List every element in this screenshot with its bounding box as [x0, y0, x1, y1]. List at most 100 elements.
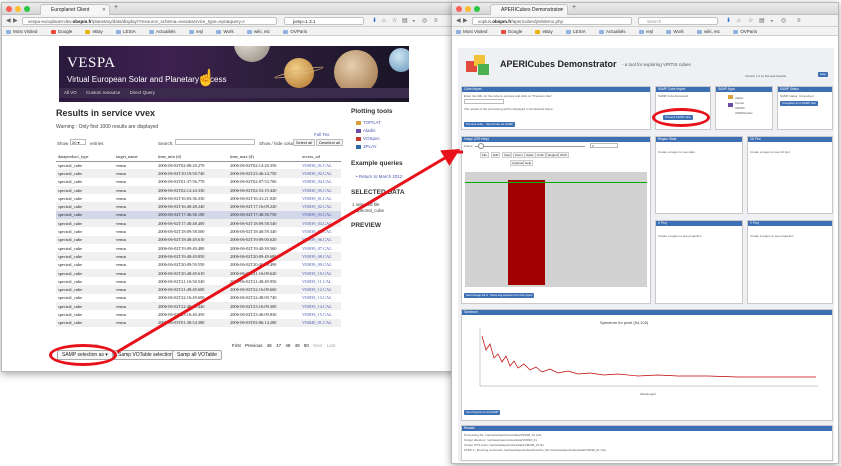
access-url-link[interactable]: VI0039_11.CAL — [300, 277, 341, 285]
table-row[interactable]: spectral_cube venus 2006-06-02T01:37:56.77… — [56, 178, 341, 186]
column-header[interactable]: dataproduct_type — [56, 152, 114, 162]
minimize-window-icon[interactable] — [15, 6, 21, 12]
access-url-link[interactable]: VI0039_09.CAL — [300, 261, 341, 269]
bookmark-work[interactable]: Work — [216, 29, 239, 34]
example-query-link[interactable]: • Return to March 2012 — [356, 174, 402, 179]
tool-3play[interactable]: 3PLAY — [356, 144, 377, 149]
js9-image-display[interactable] — [465, 172, 647, 287]
js9-menu-wcs[interactable]: WCS — [558, 152, 569, 158]
js9-menu-file[interactable]: File — [480, 152, 489, 158]
pager-next[interactable]: Next — [313, 343, 322, 348]
cube-url-select[interactable] — [464, 99, 504, 104]
bookmark-work[interactable]: Work — [666, 29, 689, 34]
samp-all-votable-button[interactable]: Samp all VOTable — [172, 350, 223, 360]
bookmark-google[interactable]: Google — [500, 29, 529, 34]
frame-slider-track[interactable] — [475, 146, 585, 147]
deselect-all-button[interactable]: Deselect all — [316, 139, 343, 146]
frame-value-input[interactable]: 0 — [590, 143, 618, 148]
table-row[interactable]: spectral_cube venus 2006-06-02T23:16:40.45… — [56, 310, 341, 318]
bookmark-most-visited[interactable]: Most Visited — [456, 29, 493, 34]
bookmark-lesia[interactable]: LESIA — [566, 29, 592, 34]
back-icon[interactable]: ◀ — [6, 17, 11, 25]
menu-icon[interactable]: ≡ — [797, 17, 801, 25]
table-row[interactable]: spectral_cube venus 2006-06-02T18:09:58.50… — [56, 227, 341, 235]
select-all-button[interactable]: Select all — [293, 139, 315, 146]
full-text-link[interactable]: Full Tex — [314, 132, 329, 137]
menu-icon[interactable]: ≡ — [434, 17, 438, 25]
bookmark-lesia[interactable]: LESIA — [116, 29, 142, 34]
table-row[interactable]: spectral_cube venus 2006-06-02T17:46:36.18… — [56, 210, 341, 220]
nav-all-vo[interactable]: All VO — [64, 90, 77, 95]
help-button[interactable]: Help — [818, 72, 828, 77]
access-url-link[interactable]: VI0039_14.CAL — [300, 302, 341, 311]
process-cube-button[interactable]: Process cube — [464, 122, 485, 127]
samp-votable-selection-button[interactable]: Samp VOTable selection — [113, 350, 178, 360]
table-row[interactable]: spectral_cube venus 2006-06-03T01:38:54.38… — [56, 318, 341, 327]
table-row[interactable]: spectral_cube venus 2006-06-02T16:48:48.24… — [56, 202, 341, 211]
bookmark-ovparis[interactable]: OVParis — [283, 29, 313, 34]
pager-page[interactable]: 48 — [285, 343, 290, 348]
download-icon[interactable]: ⬇ — [372, 17, 377, 25]
pager-page[interactable]: 50 — [304, 343, 309, 348]
access-url-link[interactable]: VI0039_01.CAL — [300, 194, 341, 202]
table-row[interactable]: spectral_cube venus 2006-06-02T20:48:49.61… — [56, 268, 341, 278]
zoom-window-icon[interactable] — [24, 6, 30, 12]
table-search-input[interactable] — [175, 139, 255, 145]
access-url-link[interactable]: VI0039_13.CAL — [300, 294, 341, 302]
table-row[interactable]: spectral_cube venus 2006-06-02T17:48:48.40… — [56, 219, 341, 228]
bookmark-star-icon[interactable]: ☆ — [748, 17, 753, 25]
bookmark-resl[interactable]: reşl — [188, 29, 209, 34]
tool-aladin[interactable]: Aladin — [356, 128, 376, 133]
bookmark-wiki[interactable]: wiki, etc — [697, 29, 726, 34]
access-url-link[interactable]: VI0039_15.CAL — [300, 310, 341, 318]
table-row[interactable]: spectral_cube venus 2006-06-02T20:09:59.55… — [56, 261, 341, 269]
pager-last[interactable]: Last — [327, 343, 336, 348]
js9-menu-view[interactable]: View — [502, 152, 513, 158]
access-url-link[interactable]: VI0039_04.CAL — [300, 219, 341, 228]
tab-apericubes[interactable]: APERICubes Demonstrator ✕ — [490, 4, 568, 15]
nav-direct-query[interactable]: Direct Query — [130, 90, 155, 95]
table-row[interactable]: spectral_cube venus 2006-06-02T19:09:49.48… — [56, 244, 341, 252]
bookmark-resl[interactable]: reşl — [638, 29, 659, 34]
table-row[interactable]: spectral_cube venus 2006-06-02T18:48:49.61… — [56, 235, 341, 244]
table-row[interactable]: spectral_cube venus 2006-06-02T16:03:36.33… — [56, 194, 341, 202]
nav-custom-resource[interactable]: Custom resource — [86, 90, 120, 95]
bookmark-star-icon[interactable]: ☆ — [392, 17, 397, 25]
access-url-link[interactable]: VI0039_05.CAL — [300, 227, 341, 235]
tab-europlanet-client[interactable]: Europlanet Client ✕ — [40, 4, 110, 15]
back-icon[interactable]: ◀ — [456, 17, 461, 25]
table-row[interactable]: spectral_cube venus 2006-06-02T22:48:49.44… — [56, 302, 341, 311]
show-avg-spectrum-button[interactable]: Show avg spectrum for first region — [488, 293, 535, 298]
close-window-icon[interactable] — [6, 6, 12, 12]
access-url-link[interactable]: VI0039_10.CAL — [300, 268, 341, 278]
pocket-icon[interactable]: ◒ — [412, 17, 416, 25]
close-window-icon[interactable] — [456, 6, 462, 12]
send-cube-samp-button[interactable]: Send Cube via SAMP — [484, 122, 516, 127]
new-tab-icon[interactable]: + — [114, 4, 118, 11]
search-bar[interactable]: jump=1.3.1 — [284, 17, 364, 25]
forward-icon[interactable]: ▶ — [463, 17, 468, 25]
pager-page[interactable]: 49 — [295, 343, 300, 348]
access-url-link[interactable]: VI0039_08.CAL — [300, 252, 341, 261]
access-url-link[interactable]: VI0038_05.CAL — [300, 185, 341, 195]
bookmark-wiki[interactable]: wiki, etc — [247, 29, 276, 34]
tool-topcat[interactable]: TOPCAT — [356, 120, 381, 125]
access-url-link[interactable]: VI0039_03.CAL — [300, 210, 341, 220]
close-tab-icon[interactable]: ✕ — [102, 5, 106, 15]
pager-previous[interactable]: Previous — [245, 343, 263, 348]
js9-menu-help[interactable]: Help — [523, 160, 534, 166]
show-entries-select[interactable]: 20 ▾ — [70, 139, 86, 145]
bookmark-actualites[interactable]: Actualités — [599, 29, 632, 34]
download-icon[interactable]: ⬇ — [726, 17, 731, 25]
url-bar[interactable]: voplus.obspm.fr/apericubes/js9/demo.php — [472, 17, 632, 25]
js9-menu-scale[interactable]: Scale — [524, 152, 536, 158]
home-icon[interactable]: ⌂ — [382, 17, 386, 25]
frame-slider-handle[interactable] — [478, 143, 484, 149]
bookmark-ebay[interactable]: eBay — [85, 29, 108, 34]
table-row[interactable]: spectral_cube venus 2006-06-02T21:49:49.60… — [56, 285, 341, 294]
column-header[interactable]: target_name — [114, 152, 156, 162]
access-url-link[interactable]: VI0038_04.CAL — [300, 178, 341, 186]
send-spectrum-samp-button[interactable]: Send Spectrum via SAMP — [464, 410, 501, 415]
access-url-link[interactable]: VI0039_02.CAL — [300, 202, 341, 211]
column-header[interactable]: time_min (d) — [156, 152, 228, 162]
